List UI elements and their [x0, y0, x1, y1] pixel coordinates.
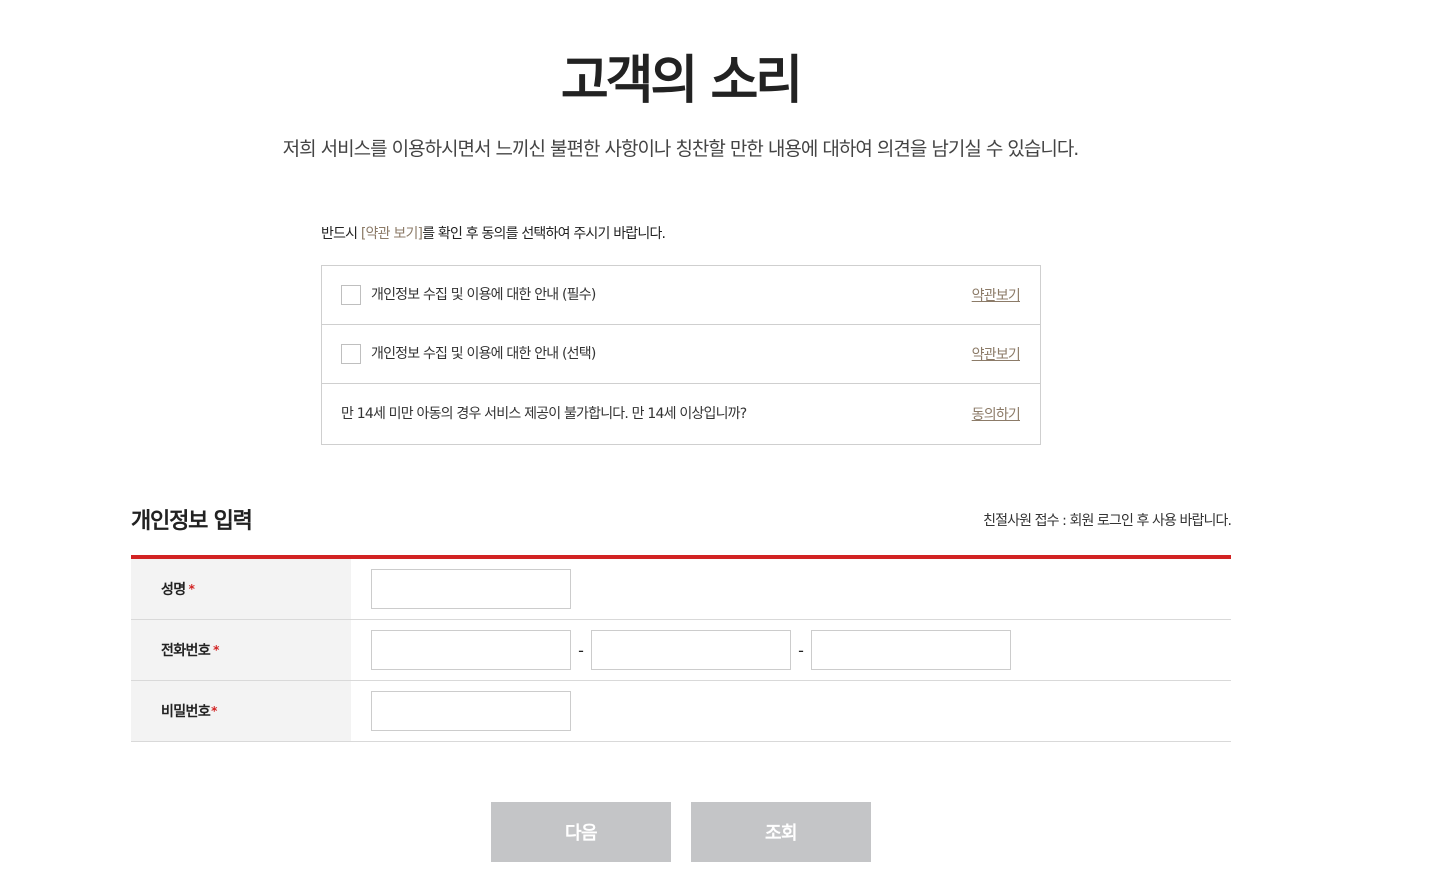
password-label: 비밀번호 * [131, 681, 351, 741]
query-button[interactable]: 조회 [691, 802, 871, 862]
personal-info-form: 성명 * 전화번호 * - - 비밀번호 * [131, 555, 1231, 742]
page-subtitle: 저희 서비스를 이용하시면서 느끼신 불편한 사항이나 칭찬할 만한 내용에 대… [282, 138, 1080, 160]
next-button[interactable]: 다음 [491, 802, 671, 862]
phone-input-2[interactable] [591, 630, 791, 670]
phone-separator: - [798, 640, 804, 660]
password-input[interactable] [371, 691, 571, 731]
required-mark: * [211, 704, 217, 718]
terms-notice-prefix: 반드시 [321, 226, 361, 242]
page-title: 고객의 소리 [560, 51, 803, 111]
agreement-row-age: 만 14세 미만 아동의 경우 서비스 제공이 불가합니다. 만 14세 이상입… [322, 384, 1040, 444]
agreement-row-required: 개인정보 수집 및 이용에 대한 안내 (필수) 약관보기 [322, 266, 1040, 325]
name-input[interactable] [371, 569, 571, 609]
agree-age-link[interactable]: 동의하기 [972, 404, 1021, 424]
agreement-row-optional: 개인정보 수집 및 이용에 대한 안내 (선택) 약관보기 [322, 325, 1040, 384]
terms-notice: 반드시 [약관 보기]를 확인 후 동의를 선택하여 주시기 바랍니다. [321, 224, 666, 244]
password-cell [351, 681, 1231, 741]
agree-required-checkbox[interactable] [341, 285, 361, 305]
section-note: 친절사원 접수 : 회원 로그인 후 사용 바랍니다. [983, 513, 1232, 529]
phone-label-text: 전화번호 [161, 643, 211, 659]
password-label-text: 비밀번호 [161, 704, 211, 720]
page: 고객의 소리 저희 서비스를 이용하시면서 느끼신 불편한 사항이나 칭찬할 만… [0, 0, 1439, 873]
name-label-text: 성명 [161, 582, 186, 598]
terms-notice-suffix: 를 확인 후 동의를 선택하여 주시기 바랍니다. [422, 226, 666, 242]
form-row-phone: 전화번호 * - - [131, 620, 1231, 681]
phone-separator: - [578, 640, 584, 660]
form-row-name: 성명 * [131, 559, 1231, 620]
section-title: 개인정보 입력 [131, 509, 253, 534]
terms-view-link[interactable]: [약관 보기] [361, 226, 423, 242]
agree-optional-checkbox[interactable] [341, 344, 361, 364]
view-terms-link-optional[interactable]: 약관보기 [972, 344, 1021, 364]
required-mark: * [213, 643, 219, 657]
phone-label: 전화번호 * [131, 620, 351, 680]
name-cell [351, 559, 1231, 619]
name-label: 성명 * [131, 559, 351, 619]
agreement-label: 개인정보 수집 및 이용에 대한 안내 (필수) [371, 287, 596, 303]
agreement-box: 개인정보 수집 및 이용에 대한 안내 (필수) 약관보기 개인정보 수집 및 … [321, 265, 1041, 445]
form-row-password: 비밀번호 * [131, 681, 1231, 742]
phone-input-3[interactable] [811, 630, 1011, 670]
agreement-label: 개인정보 수집 및 이용에 대한 안내 (선택) [371, 346, 596, 362]
phone-cell: - - [351, 620, 1231, 680]
view-terms-link-required[interactable]: 약관보기 [972, 285, 1021, 305]
agreement-label: 만 14세 미만 아동의 경우 서비스 제공이 불가합니다. 만 14세 이상입… [341, 406, 747, 422]
phone-input-1[interactable] [371, 630, 571, 670]
required-mark: * [188, 582, 195, 596]
